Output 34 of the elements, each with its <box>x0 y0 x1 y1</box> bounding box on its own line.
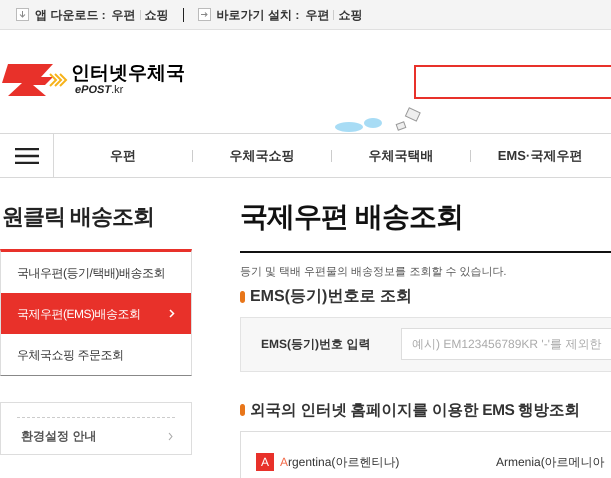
logo-subtitle: ePOST <box>75 84 112 96</box>
ems-number-field[interactable]: 예시) EM123456789KR '-'를 제외한 <box>401 328 611 360</box>
chevron-icon <box>169 309 175 318</box>
logo-icon <box>2 64 68 96</box>
country-link[interactable]: Argentina(아르헨티나) <box>280 452 496 471</box>
top-bar-link[interactable]: 쇼핑 <box>144 6 169 24</box>
description: 등기 및 택배 우편물의 배송정보를 조회할 수 있습니다. <box>240 265 508 280</box>
logo-domain: .kr <box>111 84 124 96</box>
nav-link[interactable]: EMS·국제우편 <box>471 146 609 166</box>
top-bar-link[interactable]: 쇼핑 <box>338 6 362 24</box>
download-icon <box>16 8 29 21</box>
section-heading: EMS(등기)번호로 조회 <box>250 286 412 306</box>
top-bar-link[interactable]: 우편 <box>112 6 136 24</box>
search-field[interactable] <box>414 65 611 99</box>
top-bar-link[interactable]: 우편 <box>305 6 330 24</box>
bullet-icon <box>240 404 245 416</box>
nav-link[interactable]: 우체국쇼핑 <box>193 146 331 166</box>
bullet-icon <box>240 290 245 302</box>
sidebar-item[interactable]: 국내우편(등기/택배)배송조회 <box>1 252 191 293</box>
sidebar-item[interactable]: 우체국쇼핑 주문조회 <box>1 334 191 375</box>
page-title: 국제우편 배송조회 <box>240 200 464 234</box>
sidebar-title: 원클릭 배송조회 <box>2 203 156 231</box>
country-link[interactable]: Armenia(아르메니아 <box>496 452 605 471</box>
input-label: EMS(등기)번호 입력 <box>261 336 372 353</box>
logo-title: 인터넷우체국 <box>71 64 185 82</box>
sidebar-item[interactable]: 국제우편(EMS)배송조회 <box>1 293 191 334</box>
menu-icon <box>14 148 38 164</box>
letter-badge: A <box>256 452 274 471</box>
chevron-icon <box>168 432 173 440</box>
section-heading: 외국의 인터넷 홈페이지를 이용한 EMS 행방조회 <box>250 400 580 420</box>
nav-link[interactable]: 우편 <box>54 146 192 166</box>
top-bar-label: 바로가기 설치 : <box>216 6 300 24</box>
top-bar-label: 앱 다운로드 : <box>35 6 106 24</box>
nav-link[interactable]: 우체국택배 <box>332 146 470 166</box>
